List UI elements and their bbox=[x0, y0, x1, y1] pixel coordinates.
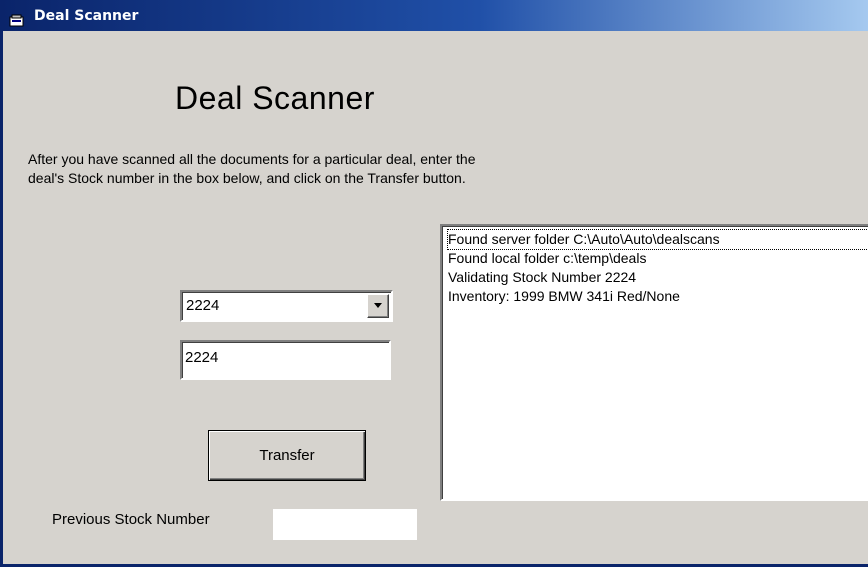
dropdown-button[interactable] bbox=[367, 294, 389, 318]
status-log-list[interactable]: Found server folder C:\Auto\Auto\dealsca… bbox=[440, 224, 868, 501]
window-title: Deal Scanner bbox=[34, 8, 139, 24]
list-item[interactable]: Found server folder C:\Auto\Auto\dealsca… bbox=[447, 229, 868, 250]
list-item[interactable]: Inventory: 1999 BMW 341i Red/None bbox=[448, 287, 680, 306]
list-item[interactable]: Found local folder c:\temp\deals bbox=[448, 249, 646, 268]
stock-number-input[interactable]: 2224 bbox=[180, 340, 391, 380]
stock-number-dropdown[interactable]: 2224 bbox=[180, 290, 393, 322]
list-item[interactable]: Validating Stock Number 2224 bbox=[448, 268, 636, 287]
stock-number-dropdown-value: 2224 bbox=[186, 297, 220, 314]
page-title: Deal Scanner bbox=[175, 80, 375, 116]
scanner-icon bbox=[9, 8, 25, 27]
app-window: Deal Scanner Deal Scanner After you have… bbox=[0, 0, 868, 567]
instructions-line-1: After you have scanned all the documents… bbox=[28, 151, 476, 167]
previous-stock-field[interactable] bbox=[273, 509, 417, 540]
instructions-line-2: deal's Stock number in the box below, an… bbox=[28, 170, 466, 186]
chevron-down-icon bbox=[374, 303, 382, 308]
title-bar[interactable]: Deal Scanner bbox=[0, 0, 868, 31]
previous-stock-label: Previous Stock Number bbox=[52, 511, 210, 528]
instructions-text: After you have scanned all the documents… bbox=[28, 150, 628, 188]
transfer-button[interactable]: Transfer bbox=[208, 430, 366, 481]
